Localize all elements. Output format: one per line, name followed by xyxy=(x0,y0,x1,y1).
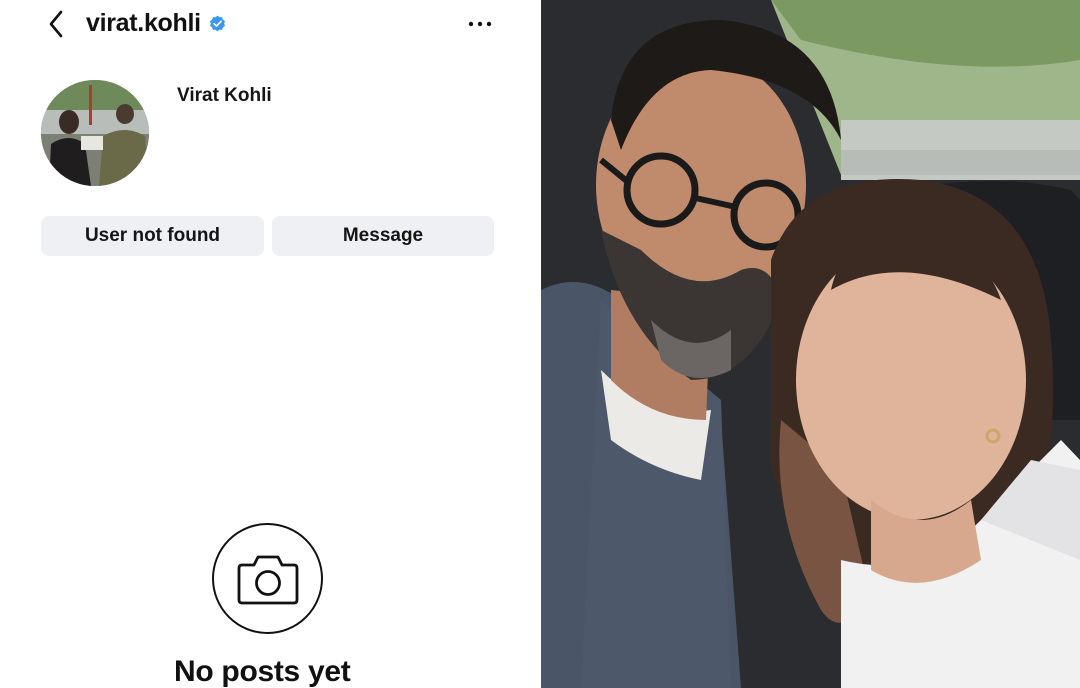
more-horizontal-icon xyxy=(468,21,492,27)
camera-icon xyxy=(237,555,298,604)
verified-badge-icon xyxy=(209,15,225,32)
message-button[interactable]: Message xyxy=(272,216,494,256)
empty-state-title: No posts yet xyxy=(174,655,351,688)
profile-header: virat.kohli xyxy=(0,0,541,52)
user-not-found-button[interactable]: User not found xyxy=(41,216,264,256)
chevron-left-icon xyxy=(49,10,63,38)
selfie-image xyxy=(541,0,1080,688)
couple-photo xyxy=(541,0,1080,688)
profile-username: virat.kohli xyxy=(86,9,201,37)
more-options-button[interactable] xyxy=(462,8,498,40)
profile-display-name: Virat Kohli xyxy=(177,85,272,106)
username-row: virat.kohli xyxy=(86,9,226,38)
back-button[interactable] xyxy=(40,8,72,40)
profile-avatar[interactable] xyxy=(41,80,149,186)
avatar-photo xyxy=(41,80,149,186)
empty-state-camera xyxy=(212,523,323,634)
profile-screen: virat.kohli Virat Kohli User not found M… xyxy=(0,0,541,688)
